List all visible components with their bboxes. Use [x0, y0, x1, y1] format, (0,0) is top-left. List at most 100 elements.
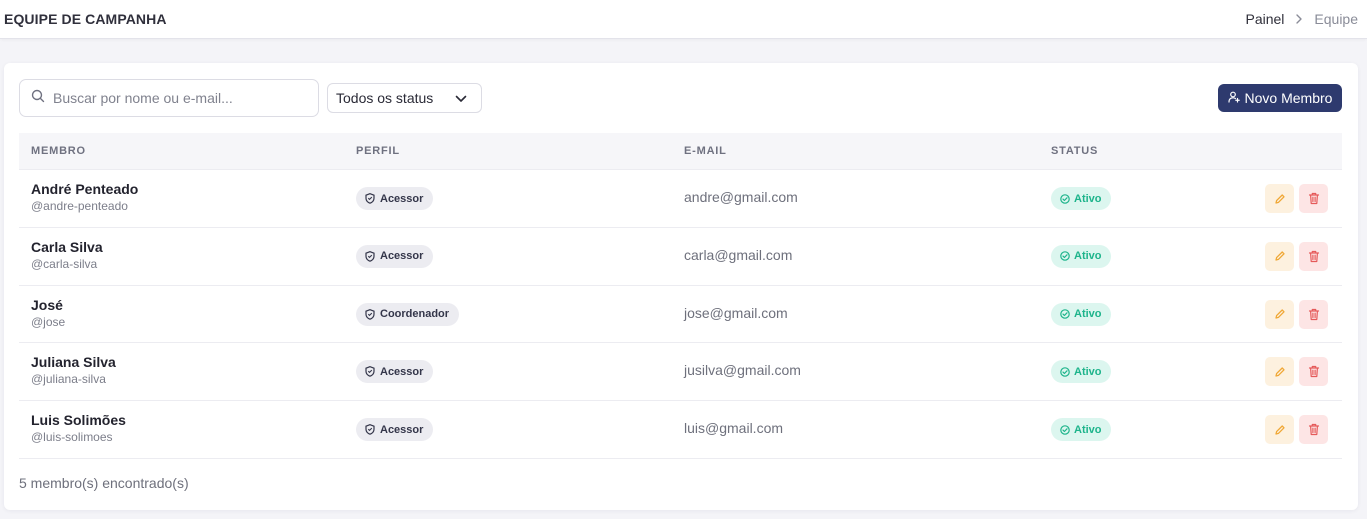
- status-label: Ativo: [1074, 250, 1102, 263]
- edit-button[interactable]: [1265, 241, 1294, 271]
- pencil-icon: [1274, 424, 1285, 435]
- role-label: Acessor: [380, 423, 424, 436]
- shield-icon: [365, 424, 375, 435]
- table-header: MEMBRO PERFIL E-MAIL STATUS: [19, 133, 1342, 170]
- status-cell: Ativo: [1051, 187, 1111, 210]
- members-table: MEMBRO PERFIL E-MAIL STATUS André Pentea…: [19, 133, 1342, 459]
- role-label: Coordenador: [380, 308, 450, 320]
- profile-cell: Acessor: [356, 187, 434, 210]
- status-label: Ativo: [1074, 423, 1102, 436]
- email-cell: luis@gmail.com: [684, 420, 784, 436]
- search-input[interactable]: [53, 90, 303, 106]
- member-cell: Luis Solimões @luis-solimoes: [31, 412, 126, 445]
- edit-button[interactable]: [1265, 299, 1294, 329]
- shield-icon: [365, 193, 375, 204]
- table-row: Luis Solimões @luis-solimoes Acessor lui…: [19, 401, 1342, 459]
- delete-button[interactable]: [1299, 184, 1328, 213]
- row-actions: [1265, 241, 1328, 271]
- profile-cell: Acessor: [356, 360, 434, 384]
- profile-cell: Acessor: [356, 244, 434, 268]
- edit-button[interactable]: [1265, 415, 1294, 444]
- trash-icon: [1308, 366, 1319, 378]
- chevron-down-icon: [455, 90, 467, 106]
- breadcrumb: Painel Equipe: [1245, 11, 1358, 27]
- column-header-email: E-MAIL: [684, 145, 727, 157]
- check-circle-icon: [1060, 193, 1070, 204]
- check-circle-icon: [1060, 366, 1070, 377]
- role-badge: Acessor: [356, 360, 434, 384]
- column-header-member: MEMBRO: [31, 145, 86, 157]
- column-header-status: STATUS: [1051, 145, 1099, 157]
- check-circle-icon: [1060, 309, 1070, 319]
- member-name: André Penteado: [31, 181, 139, 197]
- row-actions: [1265, 299, 1328, 329]
- edit-button[interactable]: [1265, 357, 1294, 387]
- pencil-icon: [1274, 367, 1285, 377]
- status-badge: Ativo: [1051, 187, 1111, 210]
- status-filter-select[interactable]: Todos os status: [327, 83, 482, 113]
- pencil-icon: [1274, 193, 1285, 204]
- email-cell: andre@gmail.com: [684, 189, 798, 205]
- search-icon: [31, 89, 45, 108]
- column-header-profile: PERFIL: [356, 145, 400, 157]
- email-cell: carla@gmail.com: [684, 246, 793, 263]
- role-badge: Acessor: [356, 418, 434, 441]
- delete-button[interactable]: [1299, 415, 1328, 444]
- delete-button[interactable]: [1299, 357, 1328, 387]
- member-cell: José @jose: [31, 297, 65, 330]
- member-cell: Carla Silva @carla-silva: [31, 239, 103, 272]
- status-label: Ativo: [1074, 192, 1102, 205]
- table-row: José @jose Coordenador jose@gmail.com At…: [19, 286, 1342, 344]
- search-box[interactable]: [19, 79, 319, 117]
- member-username: @jose: [31, 314, 66, 329]
- member-username: @carla-silva: [31, 256, 98, 271]
- status-cell: Ativo: [1051, 418, 1111, 441]
- table-row: Juliana Silva @juliana-silva Acessor jus…: [19, 343, 1342, 401]
- member-cell: André Penteado @andre-penteado: [31, 181, 138, 214]
- delete-button[interactable]: [1299, 299, 1328, 329]
- status-badge: Ativo: [1051, 244, 1111, 268]
- shield-icon: [365, 250, 375, 262]
- breadcrumb-link-painel[interactable]: Painel: [1245, 11, 1284, 27]
- team-card: Todos os status Novo Membro MEMBRO PERFI…: [4, 63, 1358, 510]
- role-label: Acessor: [380, 365, 424, 378]
- profile-cell: Acessor: [356, 418, 434, 441]
- chevron-right-icon: [1295, 14, 1303, 24]
- status-badge: Ativo: [1051, 360, 1111, 384]
- new-member-button[interactable]: Novo Membro: [1218, 84, 1342, 112]
- page-title: EQUIPE DE CAMPANHA: [4, 11, 167, 27]
- edit-button[interactable]: [1265, 184, 1294, 213]
- top-bar: EQUIPE DE CAMPANHA Painel Equipe: [0, 0, 1367, 39]
- delete-button[interactable]: [1299, 241, 1328, 271]
- role-badge: Coordenador: [356, 302, 460, 326]
- trash-icon: [1308, 192, 1319, 205]
- breadcrumb-current: Equipe: [1314, 11, 1358, 27]
- member-name: José: [31, 296, 63, 313]
- status-cell: Ativo: [1051, 302, 1111, 326]
- trash-icon: [1308, 250, 1319, 262]
- row-actions: [1265, 415, 1328, 444]
- status-label: Ativo: [1074, 308, 1102, 320]
- new-member-label: Novo Membro: [1244, 90, 1333, 106]
- status-label: Ativo: [1074, 365, 1102, 378]
- status-badge: Ativo: [1051, 418, 1111, 441]
- member-cell: Juliana Silva @juliana-silva: [31, 354, 116, 387]
- member-username: @luis-solimoes: [31, 430, 113, 444]
- status-cell: Ativo: [1051, 244, 1111, 268]
- profile-cell: Coordenador: [356, 302, 460, 326]
- shield-icon: [365, 308, 375, 320]
- check-circle-icon: [1060, 251, 1070, 262]
- status-cell: Ativo: [1051, 360, 1111, 384]
- status-filter-value: Todos os status: [336, 90, 434, 106]
- member-name: Carla Silva: [31, 238, 103, 255]
- shield-icon: [365, 366, 375, 378]
- user-plus-icon: [1227, 90, 1240, 106]
- member-username: @juliana-silva: [31, 372, 106, 387]
- member-username: @andre-penteado: [31, 199, 128, 213]
- results-count: 5 membro(s) encontrado(s): [19, 475, 189, 491]
- role-label: Acessor: [380, 250, 424, 263]
- role-label: Acessor: [380, 192, 424, 205]
- member-name: Luis Solimões: [31, 412, 126, 428]
- table-row: André Penteado @andre-penteado Acessor a…: [19, 170, 1342, 228]
- member-name: Juliana Silva: [31, 354, 116, 371]
